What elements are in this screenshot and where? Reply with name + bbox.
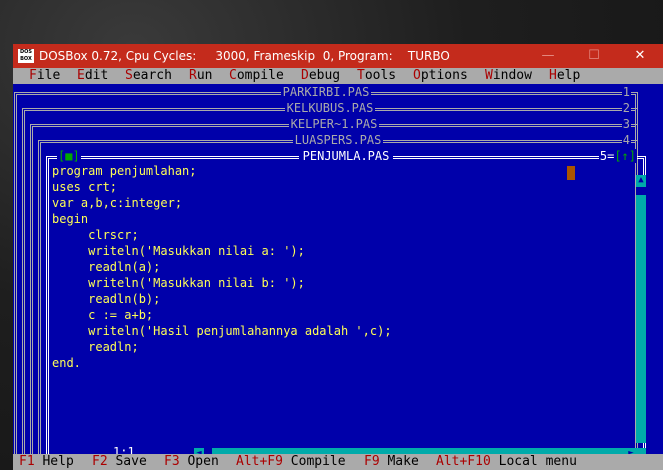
- status-help[interactable]: F1 Help: [19, 454, 74, 470]
- menu-run[interactable]: Run: [189, 68, 212, 84]
- menu-options[interactable]: Options: [413, 68, 468, 84]
- maximize-icon: ☐: [588, 48, 600, 63]
- menu-window-hotkey: W: [485, 68, 493, 83]
- menu-options-hotkey: O: [413, 68, 421, 83]
- code-editor[interactable]: program penjumlahan; uses crt; var a,b,c:i…: [52, 163, 392, 371]
- code-line: writeln('Masukkan nilai b: ');: [52, 276, 305, 290]
- scroll-up-icon[interactable]: ▲: [636, 175, 646, 185]
- status-compile-label: Compile: [290, 454, 346, 469]
- background-window-4-title: LUASPERS.PAS: [292, 133, 384, 147]
- background-window-1-title: PARKIRBI.PAS: [280, 85, 372, 99]
- menu-options-label: ptions: [420, 68, 468, 83]
- background-window-3-number: 3: [621, 117, 631, 131]
- status-open-label: Open: [187, 454, 219, 469]
- status-save[interactable]: F2 Save: [92, 454, 147, 470]
- status-help-key: F1: [19, 454, 35, 469]
- editor-title: PENJUMLA.PAS: [298, 149, 394, 163]
- menu-window[interactable]: Window: [485, 68, 532, 84]
- menu-file[interactable]: File: [29, 68, 60, 84]
- status-make-label: Make: [387, 454, 419, 469]
- status-open-key: F3: [164, 454, 180, 469]
- dosbox-app-icon: DOS BOX: [18, 49, 34, 63]
- code-line: writeln('Hasil penjumlahannya adalah ',c…: [52, 324, 392, 338]
- menu-file-hotkey: F: [29, 68, 37, 83]
- editor-number-zoom: 5=[↑]: [598, 149, 637, 163]
- menu-debug-label: ebug: [308, 68, 341, 83]
- status-make[interactable]: F9 Make: [364, 454, 419, 470]
- status-bar: F1 Help F2 Save F3 Open Alt+F9 Compile F…: [13, 454, 663, 470]
- status-local-menu-label: Local menu: [498, 454, 577, 469]
- cursor-marker: [567, 166, 575, 180]
- menu-compile-hotkey: C: [229, 68, 237, 83]
- code-line: end.: [52, 356, 81, 370]
- code-line: readln(a);: [52, 260, 161, 274]
- close-icon: ✕: [634, 48, 646, 63]
- menu-tools-hotkey: T: [357, 68, 365, 83]
- menu-help-hotkey: H: [549, 68, 557, 83]
- menu-compile[interactable]: Compile: [229, 68, 284, 84]
- code-line: readln;: [52, 340, 139, 354]
- dos-screen: File Edit Search Run Compile Debug Tools…: [13, 68, 663, 470]
- menu-run-label: un: [196, 68, 213, 83]
- menu-search-label: earch: [132, 68, 172, 83]
- menu-help-label: elp: [556, 68, 581, 83]
- menu-compile-label: ompile: [236, 68, 284, 83]
- background-window-1-number: 1: [621, 85, 631, 99]
- code-line: c := a+b;: [52, 308, 154, 322]
- code-line: readln(b);: [52, 292, 161, 306]
- menu-run-hotkey: R: [189, 68, 197, 83]
- code-line: begin: [52, 212, 89, 226]
- menu-search-hotkey: S: [125, 68, 133, 83]
- menu-tools-label: ools: [364, 68, 397, 83]
- editor-window[interactable]: [■] PENJUMLA.PAS 5=[↑] program penjumlah…: [46, 149, 646, 462]
- code-line: uses crt;: [52, 180, 118, 194]
- background-window-3-title-bar: KELPER~1.PAS: [33, 117, 635, 131]
- menu-tools[interactable]: Tools: [357, 68, 396, 84]
- status-save-label: Save: [115, 454, 147, 469]
- status-save-key: F2: [92, 454, 108, 469]
- background-window-2-title: KELKUBUS.PAS: [284, 101, 376, 115]
- code-line: clrscr;: [52, 228, 139, 242]
- minimize-icon: —: [541, 48, 555, 63]
- background-window-2-number: 2: [621, 101, 631, 115]
- menu-help[interactable]: Help: [549, 68, 580, 84]
- status-compile-key: Alt+F9: [236, 454, 283, 469]
- dosbox-window: DOS BOX DOSBox 0.72, Cpu Cycles: 3000, F…: [13, 44, 663, 470]
- vertical-scroll-thumb[interactable]: [636, 187, 646, 195]
- window-title: DOSBox 0.72, Cpu Cycles: 3000, Frameskip…: [39, 49, 450, 63]
- status-open[interactable]: F3 Open: [164, 454, 219, 470]
- vertical-scrollbar[interactable]: ▲: [636, 175, 646, 443]
- editor-title-bar: PENJUMLA.PAS: [49, 149, 643, 163]
- code-line: var a,b,c:integer;: [52, 196, 183, 210]
- title-bar[interactable]: DOS BOX DOSBox 0.72, Cpu Cycles: 3000, F…: [13, 44, 663, 68]
- background-window-4-title-bar: LUASPERS.PAS: [41, 133, 635, 147]
- menu-edit-label: dit: [84, 68, 109, 83]
- status-help-label: Help: [42, 454, 74, 469]
- close-button[interactable]: ✕: [617, 44, 663, 68]
- maximize-button[interactable]: ☐: [571, 44, 617, 68]
- menu-window-label: indow: [492, 68, 532, 83]
- status-local-menu[interactable]: Alt+F10 Local menu: [436, 454, 577, 470]
- status-local-menu-key: Alt+F10: [436, 454, 491, 469]
- code-line: program penjumlahan;: [52, 164, 197, 178]
- background-window-3-title: KELPER~1.PAS: [288, 117, 380, 131]
- background-window-2-title-bar: KELKUBUS.PAS: [25, 101, 635, 115]
- menu-search[interactable]: Search: [125, 68, 172, 84]
- minimize-button[interactable]: —: [525, 44, 571, 68]
- status-make-key: F9: [364, 454, 380, 469]
- background-window-1-title-bar: PARKIRBI.PAS: [17, 85, 635, 99]
- menu-debug-hotkey: D: [301, 68, 309, 83]
- menu-debug[interactable]: Debug: [301, 68, 340, 84]
- editor-window-number: 5: [599, 149, 608, 163]
- status-compile[interactable]: Alt+F9 Compile: [236, 454, 346, 470]
- menu-edit[interactable]: Edit: [77, 68, 108, 84]
- zoom-arrow-icon[interactable]: [↑]: [614, 149, 636, 163]
- background-window-4-number: 4: [621, 133, 631, 147]
- menu-file-label: ile: [36, 68, 61, 83]
- menu-bar: File Edit Search Run Compile Debug Tools…: [13, 68, 663, 84]
- code-line: writeln('Masukkan nilai a: ');: [52, 244, 305, 258]
- menu-edit-hotkey: E: [77, 68, 85, 83]
